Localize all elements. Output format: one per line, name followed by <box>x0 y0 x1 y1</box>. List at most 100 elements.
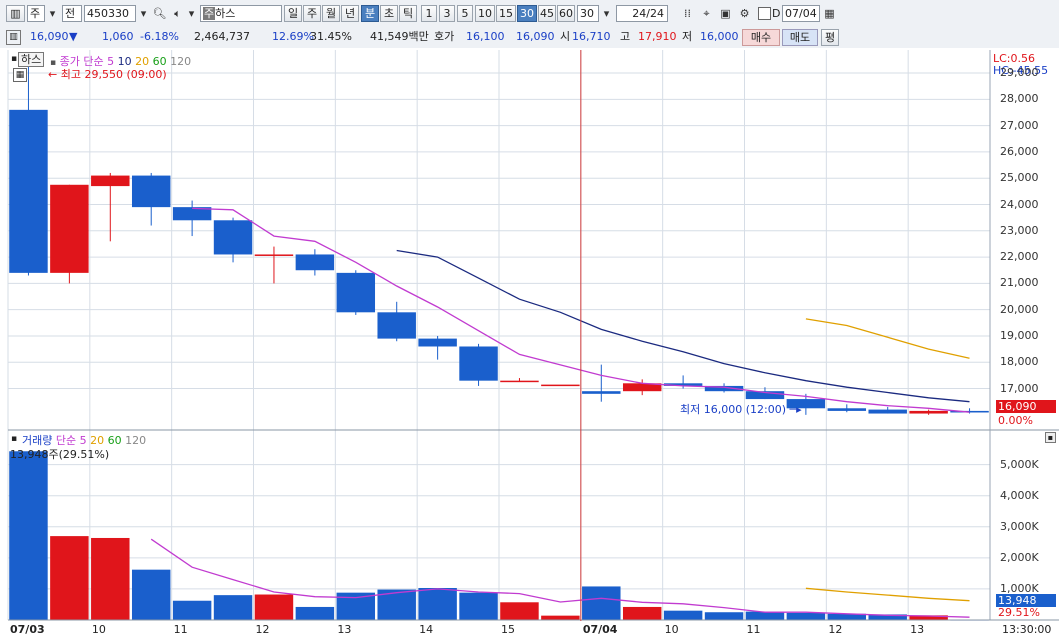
eval-button[interactable]: 평 <box>821 29 839 46</box>
interval-30[interactable]: 30 <box>517 5 537 22</box>
candle-body <box>9 109 48 273</box>
calendar-icon[interactable]: ▦ <box>822 6 837 21</box>
stock-chart[interactable] <box>0 48 1059 638</box>
volume-bar <box>418 587 457 620</box>
page-counter[interactable]: 24/24 <box>616 5 668 22</box>
search-icon[interactable]: 🔍︎ <box>152 6 167 21</box>
price-tick-label: 25,000 <box>1000 171 1039 185</box>
trade-volume: 2,464,737 <box>194 30 250 43</box>
time-tick-label: 12 <box>255 623 270 636</box>
interval-15[interactable]: 15 <box>496 5 516 22</box>
market-select[interactable]: 주 <box>27 5 45 22</box>
interval-60[interactable]: 60 <box>557 5 575 22</box>
price-tick-label: 20,000 <box>1000 302 1039 316</box>
date-input[interactable]: 07/04 <box>782 5 820 22</box>
price-tick-label: 17,000 <box>1000 381 1039 395</box>
price-tick-label: 21,000 <box>1000 276 1039 290</box>
crosshair-icon[interactable]: ⌖ <box>699 6 714 21</box>
candle-body <box>213 220 253 255</box>
time-tick-label: 11 <box>173 623 188 636</box>
low-price: 16,000 <box>700 30 739 43</box>
candle-body <box>582 391 621 394</box>
price-tick-label: 26,000 <box>1000 144 1039 158</box>
change-rate: -6.18% <box>140 30 179 43</box>
period-second[interactable]: 초 <box>380 5 398 22</box>
candle-body <box>459 346 498 381</box>
interval-10[interactable]: 10 <box>475 5 495 22</box>
price-tick-label: 22,000 <box>1000 250 1039 264</box>
sell-button[interactable]: 매도 <box>782 29 818 46</box>
price-tick-label: 27,000 <box>1000 118 1039 132</box>
interval-3[interactable]: 3 <box>439 5 455 22</box>
candle-body <box>909 410 948 414</box>
candle-settings-icon[interactable]: ⁞⁞ <box>680 6 695 21</box>
volume-bar <box>500 602 539 620</box>
price-tick-label: 28,000 <box>1000 92 1039 106</box>
bid-price-2: 16,090 <box>516 30 555 43</box>
legend-ma120: 120 <box>170 55 192 68</box>
turnover-rate-1: 12.69% <box>272 30 314 43</box>
price-tick-label: 19,000 <box>1000 328 1039 342</box>
price-tick-label: 23,000 <box>1000 223 1039 237</box>
preferred-badge: 주 <box>203 7 216 20</box>
candle-body <box>254 254 294 256</box>
chart-type-icon[interactable]: ▥ <box>6 5 25 22</box>
high-marker: ← 최고 29,550 (09:00) <box>48 68 167 81</box>
volume-bar <box>459 592 498 620</box>
time-tick-label: 13 <box>910 623 925 636</box>
stock-code-input[interactable]: 450330 <box>84 5 136 22</box>
time-axis <box>0 621 1059 638</box>
panel-menu-icon[interactable]: ▪ <box>11 54 17 64</box>
close-panel-icon[interactable]: ▪ <box>1045 432 1056 443</box>
volume-tick-label: 2,000K <box>1000 550 1039 564</box>
volume-bar <box>254 594 294 620</box>
volume-bar <box>663 610 703 620</box>
chevron-down-icon[interactable]: ▾ <box>184 6 199 21</box>
period-year[interactable]: 년 <box>341 5 359 22</box>
volume-tick-label: 1,000K <box>1000 581 1039 595</box>
time-tick-label: 10 <box>664 623 679 636</box>
period-day[interactable]: 일 <box>284 5 302 22</box>
volume-bar <box>295 606 335 620</box>
bid-price-1: 16,100 <box>466 30 505 43</box>
speaker-icon[interactable]: 🔈︎ <box>170 6 185 21</box>
candle-body <box>295 254 335 271</box>
date-checkbox[interactable] <box>758 7 771 20</box>
volume-tick-label: 3,000K <box>1000 519 1039 533</box>
price-tick-label: 24,000 <box>1000 197 1039 211</box>
chevron-down-icon[interactable]: ▾ <box>599 6 614 21</box>
chevron-down-icon[interactable]: ▾ <box>136 6 151 21</box>
gear-icon[interactable]: ⚙ <box>737 6 752 21</box>
low-label: 저 <box>682 30 693 43</box>
volume-bar <box>50 536 89 620</box>
stock-name-field[interactable]: 주하스 <box>200 5 282 22</box>
table-icon[interactable]: ▦ <box>13 68 27 82</box>
mode-select[interactable]: 전 <box>62 5 82 22</box>
price-change: 1,060 <box>102 30 134 43</box>
interval-45[interactable]: 45 <box>538 5 556 22</box>
period-tick[interactable]: 틱 <box>399 5 417 22</box>
volume-panel-icon[interactable]: ▪ <box>11 434 17 444</box>
interval-5[interactable]: 5 <box>457 5 473 22</box>
buy-button[interactable]: 매수 <box>742 29 780 46</box>
candle-body <box>50 184 89 273</box>
candle-body <box>541 384 580 387</box>
period-month[interactable]: 월 <box>322 5 340 22</box>
interval-1[interactable]: 1 <box>421 5 437 22</box>
period-minute[interactable]: 분 <box>361 5 379 22</box>
quote-icon[interactable]: ▥ <box>6 30 21 45</box>
high-price: 17,910 <box>638 30 677 43</box>
period-week[interactable]: 주 <box>303 5 321 22</box>
volume-bar <box>541 615 580 620</box>
volume-bar <box>786 612 826 620</box>
save-icon[interactable]: ▣ <box>718 6 733 21</box>
volume-tick-label: 5,000K <box>1000 457 1039 471</box>
interval-select[interactable]: 30 <box>577 5 599 22</box>
volume-bar <box>213 595 253 620</box>
candle-body <box>91 175 130 187</box>
volume-bar <box>622 606 662 620</box>
stock-name: 하스 <box>215 7 236 20</box>
stock-tag: 하스 <box>18 52 45 67</box>
trade-amount: 41,549백만 <box>370 30 429 43</box>
chevron-down-icon[interactable]: ▾ <box>45 6 60 21</box>
